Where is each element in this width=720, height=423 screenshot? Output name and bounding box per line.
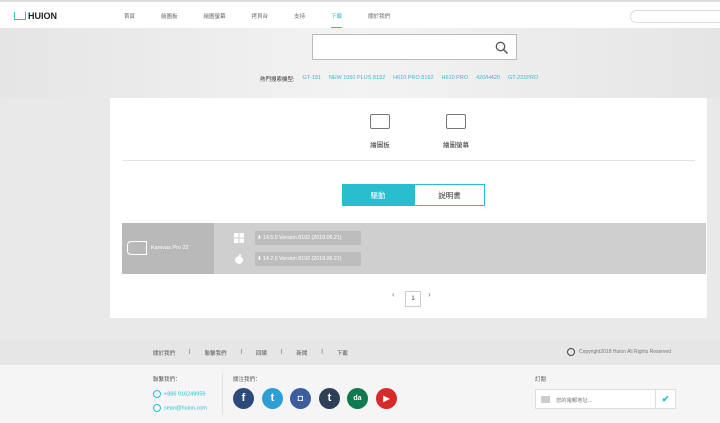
nav-tablets[interactable]: 繪圖板 (161, 12, 178, 20)
apple-icon (235, 254, 243, 264)
hot-search: 熱門搜索機型: GT-191 NEW 1060 PLUS 8192 H610 P… (260, 75, 539, 83)
search-icon[interactable] (495, 41, 509, 55)
hot-item[interactable]: GT-221PRO (508, 75, 538, 83)
nav-support[interactable]: 支持 (294, 12, 305, 20)
nav-lightpads[interactable]: 拷貝台 (252, 12, 269, 20)
subscribe-input[interactable]: 您的電郵地址... ✔ (535, 389, 676, 409)
phone-icon (153, 390, 161, 398)
next-page-button[interactable]: › (428, 290, 431, 299)
page-1-button[interactable]: 1 (405, 291, 421, 307)
tabs: 驅動 說明書 (342, 184, 485, 206)
email-link[interactable]: sean@huion.com (153, 404, 207, 412)
mac-driver-download[interactable]: ⬇ 14.2.0 Version 8192 (2018.06.21) (255, 252, 361, 266)
tablet-icon (370, 114, 390, 129)
display-icon (446, 114, 466, 129)
download-panel (110, 98, 707, 318)
tab-manuals[interactable]: 說明書 (414, 184, 485, 206)
subscribe-label: 訂閱 (535, 377, 547, 383)
footer-news[interactable]: 新聞 (296, 349, 307, 357)
hot-item[interactable]: H610 PRO (442, 75, 469, 83)
tab-drivers[interactable]: 驅動 (342, 184, 414, 206)
nav-download[interactable]: 下載 (331, 12, 343, 28)
divider (222, 373, 223, 415)
subscribe-submit-button[interactable]: ✔ (655, 390, 675, 408)
facebook-icon[interactable]: f (233, 388, 254, 409)
download-search-input[interactable] (312, 34, 517, 60)
phone[interactable]: +886 916249959 (153, 390, 205, 398)
tumblr-icon[interactable]: t (319, 388, 340, 409)
instagram-icon[interactable]: ◘ (290, 388, 311, 409)
footer-download[interactable]: 下載 (337, 349, 348, 357)
follow-label: 關注我們： (233, 377, 261, 383)
product-cell: Kamvas Pro 22 (122, 223, 214, 274)
contact-label: 聯繫我們： (153, 377, 181, 383)
top-bar: HUION 首頁 繪圖板 繪圖螢幕 拷貝台 支持 下載 關於我們 (0, 0, 720, 28)
divider (122, 160, 695, 161)
windows-icon (234, 233, 244, 243)
main-nav: 首頁 繪圖板 繪圖螢幕 拷貝台 支持 下載 關於我們 (124, 12, 416, 28)
nav-about[interactable]: 關於我們 (368, 12, 390, 20)
driver-row: Kamvas Pro 22 ⬇ 14.5.0 Version 8192 (201… (122, 223, 706, 274)
category-tablets[interactable]: 繪圖板 (370, 114, 390, 149)
copyright: Copyright2018 Huion All Rights Reserved (567, 348, 671, 356)
deviantart-icon[interactable]: da (347, 388, 368, 409)
windows-driver-download[interactable]: ⬇ 14.5.0 Version 8192 (2018.06.21) (255, 231, 361, 245)
huion-logo[interactable]: HUION (14, 11, 57, 21)
category-displays[interactable]: 繪圖螢幕 (443, 114, 469, 149)
hot-item[interactable]: GT-191 (303, 75, 321, 83)
youtube-icon[interactable]: ▶ (376, 388, 397, 409)
hot-item[interactable]: NEW 1060 PLUS 8192 (329, 75, 385, 83)
nav-home[interactable]: 首頁 (124, 12, 135, 20)
crown-icon (14, 12, 26, 20)
footer-contact[interactable]: 聯繫我們 (204, 349, 226, 357)
footer-about[interactable]: 關於我們 (153, 349, 175, 357)
footer-links-bar: 關於我們 | 聯繫我們 | 回饋 | 新聞 | 下載 Copyright2018 Hui… (0, 340, 720, 365)
prev-page-button[interactable]: ‹ (392, 290, 395, 299)
usb-icon (127, 241, 147, 255)
hot-item[interactable]: 420/H420 (476, 75, 500, 83)
hot-item[interactable]: H610 PRO 8192 (393, 75, 433, 83)
nav-displays[interactable]: 繪圖螢幕 (204, 12, 226, 20)
mail-icon (153, 404, 161, 412)
twitter-icon[interactable]: t (262, 388, 283, 409)
envelope-icon (541, 396, 550, 403)
copyright-icon (567, 348, 575, 356)
top-search-input[interactable] (630, 10, 720, 23)
footer-feedback[interactable]: 回饋 (256, 349, 267, 357)
